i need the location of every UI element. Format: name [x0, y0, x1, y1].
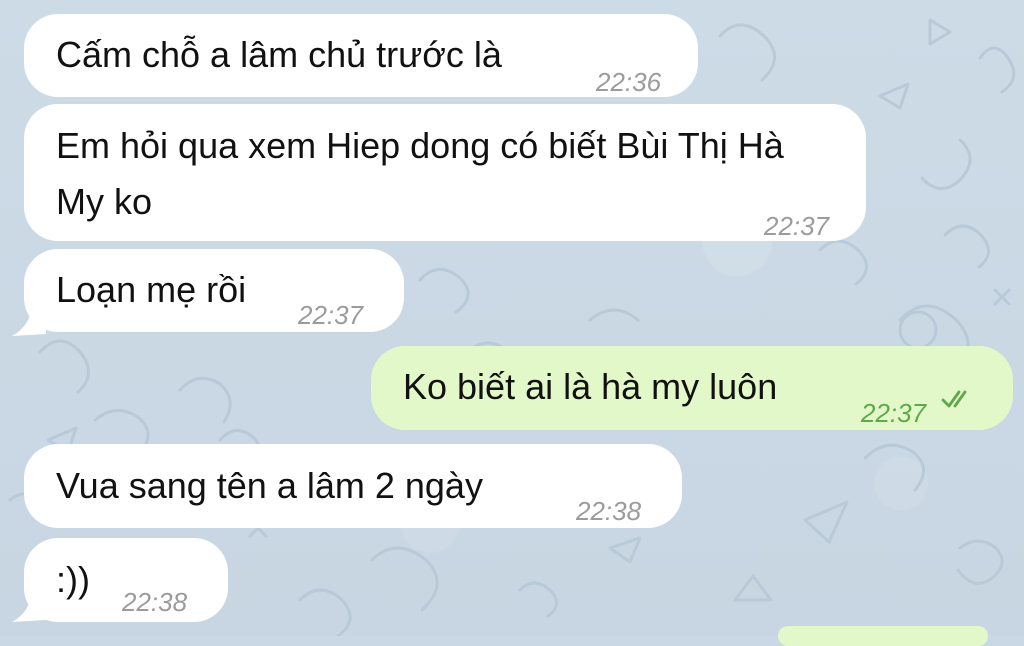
- double-check-icon: [941, 390, 967, 408]
- message-text: Loạn mẹ rồi: [56, 269, 247, 310]
- bubble-tail: [12, 592, 46, 622]
- message-text: Em hỏi qua xem Hiep dong có biết Bùi Thị…: [56, 125, 784, 222]
- bubble-tail: [12, 306, 46, 336]
- message-text: Ko biết ai là hà my luôn: [403, 366, 778, 407]
- message-time: 22:37: [298, 300, 364, 330]
- message-time: 22:37: [861, 398, 927, 428]
- incoming-message[interactable]: Vua sang tên a lâm 2 ngày 22:38: [24, 444, 682, 528]
- message-time: 22:38: [576, 496, 642, 526]
- message-text: Cấm chỗ a lâm chủ trước là: [56, 34, 502, 75]
- message-text: Vua sang tên a lâm 2 ngày: [56, 465, 483, 506]
- message-time: 22:36: [596, 67, 662, 97]
- message-time: 22:38: [122, 587, 188, 617]
- message-text: :)): [56, 559, 90, 600]
- next-outgoing-message-peek: [778, 626, 988, 646]
- message-time: 22:37: [764, 211, 830, 241]
- incoming-message[interactable]: Loạn mẹ rồi 22:37: [24, 249, 404, 332]
- incoming-message[interactable]: Em hỏi qua xem Hiep dong có biết Bùi Thị…: [24, 104, 866, 241]
- incoming-message[interactable]: :)) 22:38: [24, 538, 228, 622]
- outgoing-message[interactable]: Ko biết ai là hà my luôn 22:37: [371, 346, 1013, 430]
- incoming-message[interactable]: Cấm chỗ a lâm chủ trước là 22:36: [24, 14, 698, 97]
